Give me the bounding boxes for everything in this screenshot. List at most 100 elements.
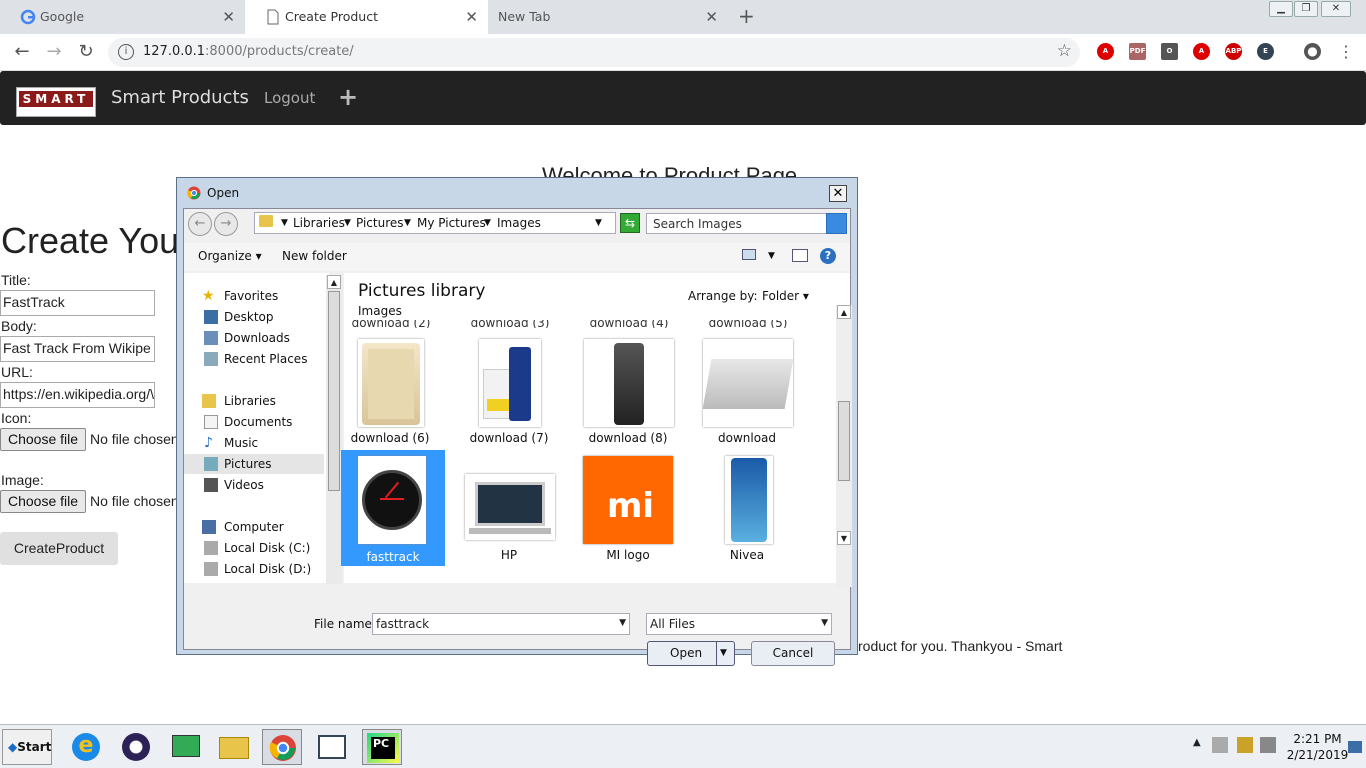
start-button[interactable]: ◆Start [2,729,52,765]
file-tile[interactable]: Nivea [695,450,799,564]
search-input[interactable]: Search Images [646,213,847,234]
scroll-down-icon[interactable]: ▼ [837,531,851,545]
file-tile-selected[interactable]: fasttrack [341,450,445,566]
breadcrumb-images[interactable]: Images [497,216,541,230]
sidebar-item-recent-places[interactable]: Recent Places [202,349,327,369]
forward-nav-button[interactable]: → [214,212,238,236]
help-icon[interactable]: ? [820,248,836,264]
forward-button[interactable]: → [42,40,66,64]
search-icon[interactable] [826,213,847,234]
sidebar-item-videos[interactable]: Videos [202,475,327,495]
brand-link[interactable]: Smart Products [111,87,249,108]
chevron-down-icon[interactable]: ▼ [619,618,626,628]
sidebar-item-local-disk-c[interactable]: Local Disk (C:) [202,538,327,558]
new-folder-button[interactable]: New folder [282,249,347,263]
pdf-extension-icon[interactable]: PDF [1129,43,1146,60]
reload-button[interactable]: ↻ [74,40,98,64]
extension-icon[interactable]: A [1193,43,1210,60]
file-explorer-icon[interactable] [214,729,254,765]
tab-create-product[interactable]: Create Product ✕ [245,0,488,34]
url-input[interactable]: https://en.wikipedia.org/\ [0,382,155,408]
restore-button[interactable]: ❐ [1294,1,1318,17]
chevron-down-icon[interactable]: ▼ [344,218,351,228]
chevron-down-icon[interactable]: ▼ [404,218,411,228]
close-tab-icon[interactable]: ✕ [705,0,718,34]
tab-google[interactable]: Google ✕ [0,0,245,34]
file-tile[interactable]: download [695,333,799,447]
dialog-titlebar[interactable]: Open ✕ [177,178,857,208]
file-list-scrollbar[interactable]: ▲ ▼ [836,305,852,587]
extension-icon[interactable]: E [1257,43,1274,60]
file-tile[interactable]: download (6) [338,333,442,447]
breadcrumb-libraries[interactable]: Libraries [293,216,345,230]
sidebar-item-local-disk-d[interactable]: Local Disk (D:) [202,559,327,577]
open-button[interactable]: Open ▼ [647,641,735,666]
title-input[interactable]: FastTrack [0,290,155,316]
back-button[interactable]: ← [10,40,34,64]
preview-pane-icon[interactable] [792,249,808,262]
logout-link[interactable]: Logout [264,89,315,107]
sidebar-item-favorites[interactable]: ★ Favorites [184,286,309,306]
internet-explorer-icon[interactable]: e [66,729,106,765]
show-desktop-icon[interactable] [1348,741,1362,753]
close-window-button[interactable]: ✕ [1321,1,1351,17]
info-icon[interactable]: i [118,44,134,60]
chevron-down-icon[interactable]: ▼ [595,218,602,228]
file-tile[interactable]: HP [457,450,561,564]
tray-icon[interactable] [1212,737,1228,753]
scroll-thumb[interactable] [838,401,850,481]
sidebar-item-music[interactable]: ♪ Music [202,433,327,453]
refresh-icon[interactable]: ⇆ [620,213,640,233]
sidebar-item-desktop[interactable]: Desktop [202,307,327,327]
icon-choose-file-button[interactable]: Choose file [0,428,87,451]
new-tab-button[interactable]: + [738,4,755,28]
chevron-down-icon[interactable]: ▼ [768,251,775,261]
scroll-up-icon[interactable]: ▲ [327,275,341,289]
omnibox[interactable]: i 127.0.0.1:8000/products/create/ ☆ [108,38,1080,67]
breadcrumb[interactable]: ▼ Libraries ▼ Pictures ▼ My Pictures ▼ I… [254,212,616,234]
pycharm-icon[interactable]: PC [362,729,402,765]
file-name-input[interactable]: fasttrack ▼ [372,613,630,635]
file-tile[interactable]: download (7) [457,333,561,447]
back-nav-button[interactable]: ← [188,212,212,236]
image-choose-file-button[interactable]: Choose file [0,490,87,513]
tab-new-tab[interactable]: New Tab ✕ [488,0,728,34]
cancel-button[interactable]: Cancel [751,641,835,666]
menu-icon[interactable]: ⋮ [1338,42,1354,61]
profile-icon[interactable]: ● [1304,43,1321,60]
chrome-taskbar-icon[interactable] [262,729,302,765]
tray-icon[interactable] [1237,737,1253,753]
minimize-button[interactable]: ▁ [1269,1,1293,17]
network-icon[interactable] [166,729,206,765]
extension-icon[interactable]: A [1097,43,1114,60]
arrange-by-dropdown[interactable]: Folder ▾ [762,289,809,303]
sidebar-item-documents[interactable]: Documents [202,412,327,432]
chevron-down-icon[interactable]: ▼ [720,642,727,665]
chevron-down-icon[interactable]: ▼ [484,218,491,228]
body-input[interactable]: Fast Track From Wikipe [0,336,155,362]
window-app-icon[interactable] [312,729,352,765]
sidebar-item-downloads[interactable]: Downloads [202,328,327,348]
view-options-icon[interactable] [742,249,756,260]
clock[interactable]: 2:21 PM 2/21/2019 [1280,731,1355,763]
extension-icon[interactable]: O [1161,43,1178,60]
smart-logo[interactable]: SMART [16,87,96,117]
url-text[interactable]: 127.0.0.1:8000/products/create/ [143,44,354,59]
file-type-select[interactable]: All Files ▼ [646,613,832,635]
sidebar-item-pictures[interactable]: Pictures [184,454,324,474]
file-tile[interactable]: mi MI logo [576,450,680,564]
bookmark-star-icon[interactable]: ☆ [1057,41,1072,61]
organize-button[interactable]: Organize ▾ [198,249,262,263]
breadcrumb-my-pictures[interactable]: My Pictures [417,216,486,230]
close-tab-icon[interactable]: ✕ [222,0,235,34]
sidebar-item-libraries[interactable]: Libraries [184,391,309,411]
create-product-button[interactable]: CreateProduct [0,532,118,565]
breadcrumb-pictures[interactable]: Pictures [356,216,404,230]
file-tile[interactable]: download (8) [576,333,680,447]
scroll-up-icon[interactable]: ▲ [837,305,851,319]
adblock-plus-icon[interactable]: ABP [1225,43,1242,60]
close-tab-icon[interactable]: ✕ [465,0,478,34]
sidebar-item-computer[interactable]: Computer [184,517,309,537]
eclipse-icon[interactable] [116,729,156,765]
volume-icon[interactable] [1260,737,1276,753]
